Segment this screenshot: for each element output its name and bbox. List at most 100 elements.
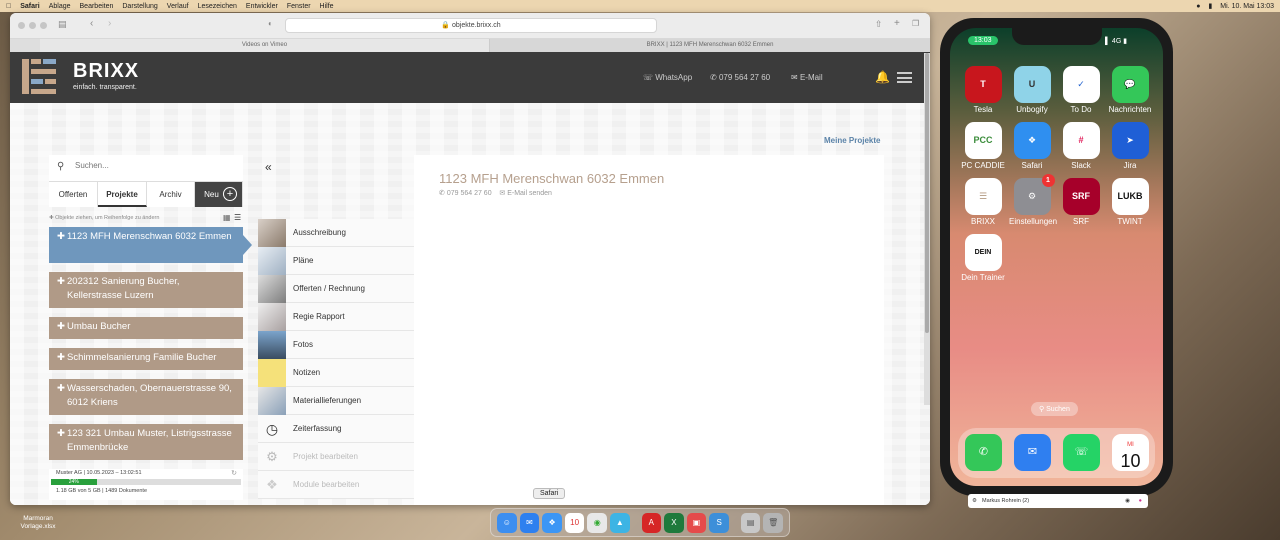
forward-icon[interactable]: ›	[108, 18, 111, 29]
privacy-shield-icon[interactable]: ◐	[268, 19, 273, 28]
new-tab-icon[interactable]: +	[894, 18, 900, 29]
app-slack[interactable]: # Slack	[1058, 122, 1104, 170]
tab-offerten[interactable]: Offerten	[49, 182, 98, 207]
project-item[interactable]: ✚ Schimmelsanierung Familie Bucher	[49, 348, 243, 370]
drag-handle-icon[interactable]: ✚	[57, 351, 65, 365]
battery-icon[interactable]: ▮	[1208, 2, 1212, 10]
menu-module-bearbeiten[interactable]: ❖ Module bearbeiten	[258, 471, 414, 499]
cube-app-icon[interactable]: ▣	[686, 512, 707, 533]
brixx-logo-icon[interactable]	[22, 59, 56, 94]
whatsapp-link[interactable]: ☏ WhatsApp	[643, 73, 692, 82]
drag-handle-icon[interactable]: ✚	[57, 427, 65, 441]
tab-archiv[interactable]: Archiv	[147, 182, 195, 207]
project-search[interactable]: ⚲	[49, 155, 243, 181]
menu-verlauf[interactable]: Verlauf	[167, 3, 189, 10]
bell-icon[interactable]: 🔔	[875, 70, 890, 84]
project-phone[interactable]: 079 564 27 60	[447, 190, 492, 197]
hamburger-menu-icon[interactable]	[897, 72, 912, 83]
menu-lesezeichen[interactable]: Lesezeichen	[198, 3, 237, 10]
app-icon[interactable]: ▲	[610, 512, 630, 533]
app-brixx[interactable]: ☰ BRIXX	[960, 178, 1006, 226]
folder-icon[interactable]: ▤	[740, 512, 761, 533]
grid-view-icon[interactable]: ▦	[223, 213, 231, 222]
app-dein-trainer[interactable]: DEIN Dein Trainer	[960, 234, 1006, 282]
s-app-icon[interactable]: S	[709, 512, 729, 533]
app-tesla[interactable]: T Tesla	[960, 66, 1006, 114]
menu-ausschreibung[interactable]: Ausschreibung	[258, 219, 414, 247]
phone-search-pill[interactable]: ⚲ Suchen	[1031, 402, 1078, 416]
menu-zeiterfassung[interactable]: ◷ Zeiterfassung	[258, 415, 414, 443]
refresh-icon[interactable]: ↻	[231, 469, 237, 477]
camera-icon[interactable]: ◉	[1125, 494, 1130, 508]
menu-materiallieferungen[interactable]: Materiallieferungen	[258, 387, 414, 415]
list-view-icon[interactable]: ☰	[234, 213, 241, 222]
share-icon[interactable]: ⇧	[875, 19, 883, 30]
menubar-clock[interactable]: Mi. 10. Mai 13:03	[1220, 3, 1274, 10]
finder-icon[interactable]: ☺	[497, 512, 517, 533]
minimize-button[interactable]	[29, 22, 36, 29]
trash-icon[interactable]: 🗑	[763, 512, 784, 533]
drag-handle-icon[interactable]: ✚	[57, 275, 65, 289]
project-item[interactable]: ✚ 123 321 Umbau Muster, Listrigsstrasse E…	[49, 424, 243, 460]
menu-offerten-rechnung[interactable]: Offerten / Rechnung	[258, 275, 414, 303]
back-icon[interactable]: ‹	[90, 18, 93, 29]
app-einstellungen[interactable]: ⚙ 1 Einstellungen	[1009, 174, 1057, 226]
wifi-icon[interactable]: ●	[1196, 3, 1200, 10]
project-item[interactable]: ✚ Wasserschaden, Obernauerstrasse 90, 601…	[49, 379, 243, 415]
mail-icon[interactable]: ✉	[1014, 434, 1051, 471]
app-safari[interactable]: ❖ Safari	[1009, 122, 1055, 170]
app-twint[interactable]: LUKB TWINT	[1107, 178, 1153, 226]
menu-bearbeiten[interactable]: Bearbeiten	[80, 3, 114, 10]
app-unbogify[interactable]: U Unbogify	[1009, 66, 1055, 114]
email-link[interactable]: ✉ E-Mail	[791, 73, 823, 82]
url-bar[interactable]: 🔒 objekte.brixx.ch	[285, 18, 657, 33]
project-email[interactable]: E-Mail senden	[507, 190, 552, 197]
new-button[interactable]: Neu +	[195, 182, 243, 207]
acrobat-icon[interactable]: A	[641, 512, 662, 533]
excel-icon[interactable]: X	[664, 512, 684, 533]
menu-plaene[interactable]: Pläne	[258, 247, 414, 275]
gear-icon[interactable]: ⚙	[972, 494, 977, 508]
project-item[interactable]: ✚ 202312 Sanierung Bucher, Kellerstrasse …	[49, 272, 243, 308]
menu-hilfe[interactable]: Hilfe	[320, 3, 334, 10]
drag-handle-icon[interactable]: ✚	[57, 230, 65, 244]
chrome-icon[interactable]: ◉	[587, 512, 608, 533]
menu-notizen[interactable]: Notizen	[258, 359, 414, 387]
app-nachrichten[interactable]: 💬 Nachrichten	[1107, 66, 1153, 114]
menu-fenster[interactable]: Fenster	[287, 3, 311, 10]
collapse-icon[interactable]: «	[265, 160, 272, 174]
tab-brixx[interactable]: BRIXX | 1123 MFH Merenschwan 6032 Emmen	[490, 39, 930, 52]
app-srf[interactable]: SRF SRF	[1058, 178, 1104, 226]
app-jira[interactable]: ➤ Jira	[1107, 122, 1153, 170]
app-pccaddie[interactable]: PCC PC CADDIE	[960, 122, 1006, 170]
menu-fotos[interactable]: Fotos	[258, 331, 414, 359]
tab-overview-icon[interactable]: ❐	[912, 19, 919, 28]
phone-link[interactable]: ✆ 079 564 27 60	[710, 73, 770, 82]
sidebar-toggle-icon[interactable]: ▤	[58, 19, 67, 30]
drag-handle-icon[interactable]: ✚	[57, 382, 65, 396]
menu-entwickler[interactable]: Entwickler	[246, 3, 278, 10]
apple-icon[interactable]: 	[6, 3, 11, 10]
project-item[interactable]: ✚ Umbau Bucher	[49, 317, 243, 339]
menu-darstellung[interactable]: Darstellung	[122, 3, 157, 10]
record-dot-icon[interactable]: ●	[1139, 494, 1142, 508]
mail-icon[interactable]: ✉	[519, 512, 540, 533]
calendar-icon[interactable]: 10	[564, 512, 585, 533]
safari-icon[interactable]: ❖	[542, 512, 562, 533]
drag-handle-icon[interactable]: ✚	[57, 320, 65, 334]
menu-projekt-bearbeiten[interactable]: ⚙ Projekt bearbeiten	[258, 443, 414, 471]
search-input[interactable]	[75, 161, 235, 170]
close-button[interactable]	[18, 22, 25, 29]
zoom-button[interactable]	[40, 22, 47, 29]
whatsapp-icon[interactable]: ☏	[1063, 434, 1100, 471]
menu-ablage[interactable]: Ablage	[49, 3, 71, 10]
menu-regie-rapport[interactable]: Regie Rapport	[258, 303, 414, 331]
desktop-file[interactable]: Marmoran Vorlage.xlsx	[14, 515, 62, 531]
calendar-icon[interactable]: MI 10	[1112, 434, 1149, 471]
phone-icon[interactable]: ✆	[965, 434, 1002, 471]
scrollbar[interactable]	[924, 53, 930, 405]
tab-vimeo[interactable]: Videos on Vimeo	[40, 39, 490, 52]
menu-safari[interactable]: Safari	[20, 3, 39, 10]
project-item[interactable]: ✚ 1123 MFH Merenschwan 6032 Emmen	[49, 227, 243, 263]
app-todo[interactable]: ✓ To Do	[1058, 66, 1104, 114]
